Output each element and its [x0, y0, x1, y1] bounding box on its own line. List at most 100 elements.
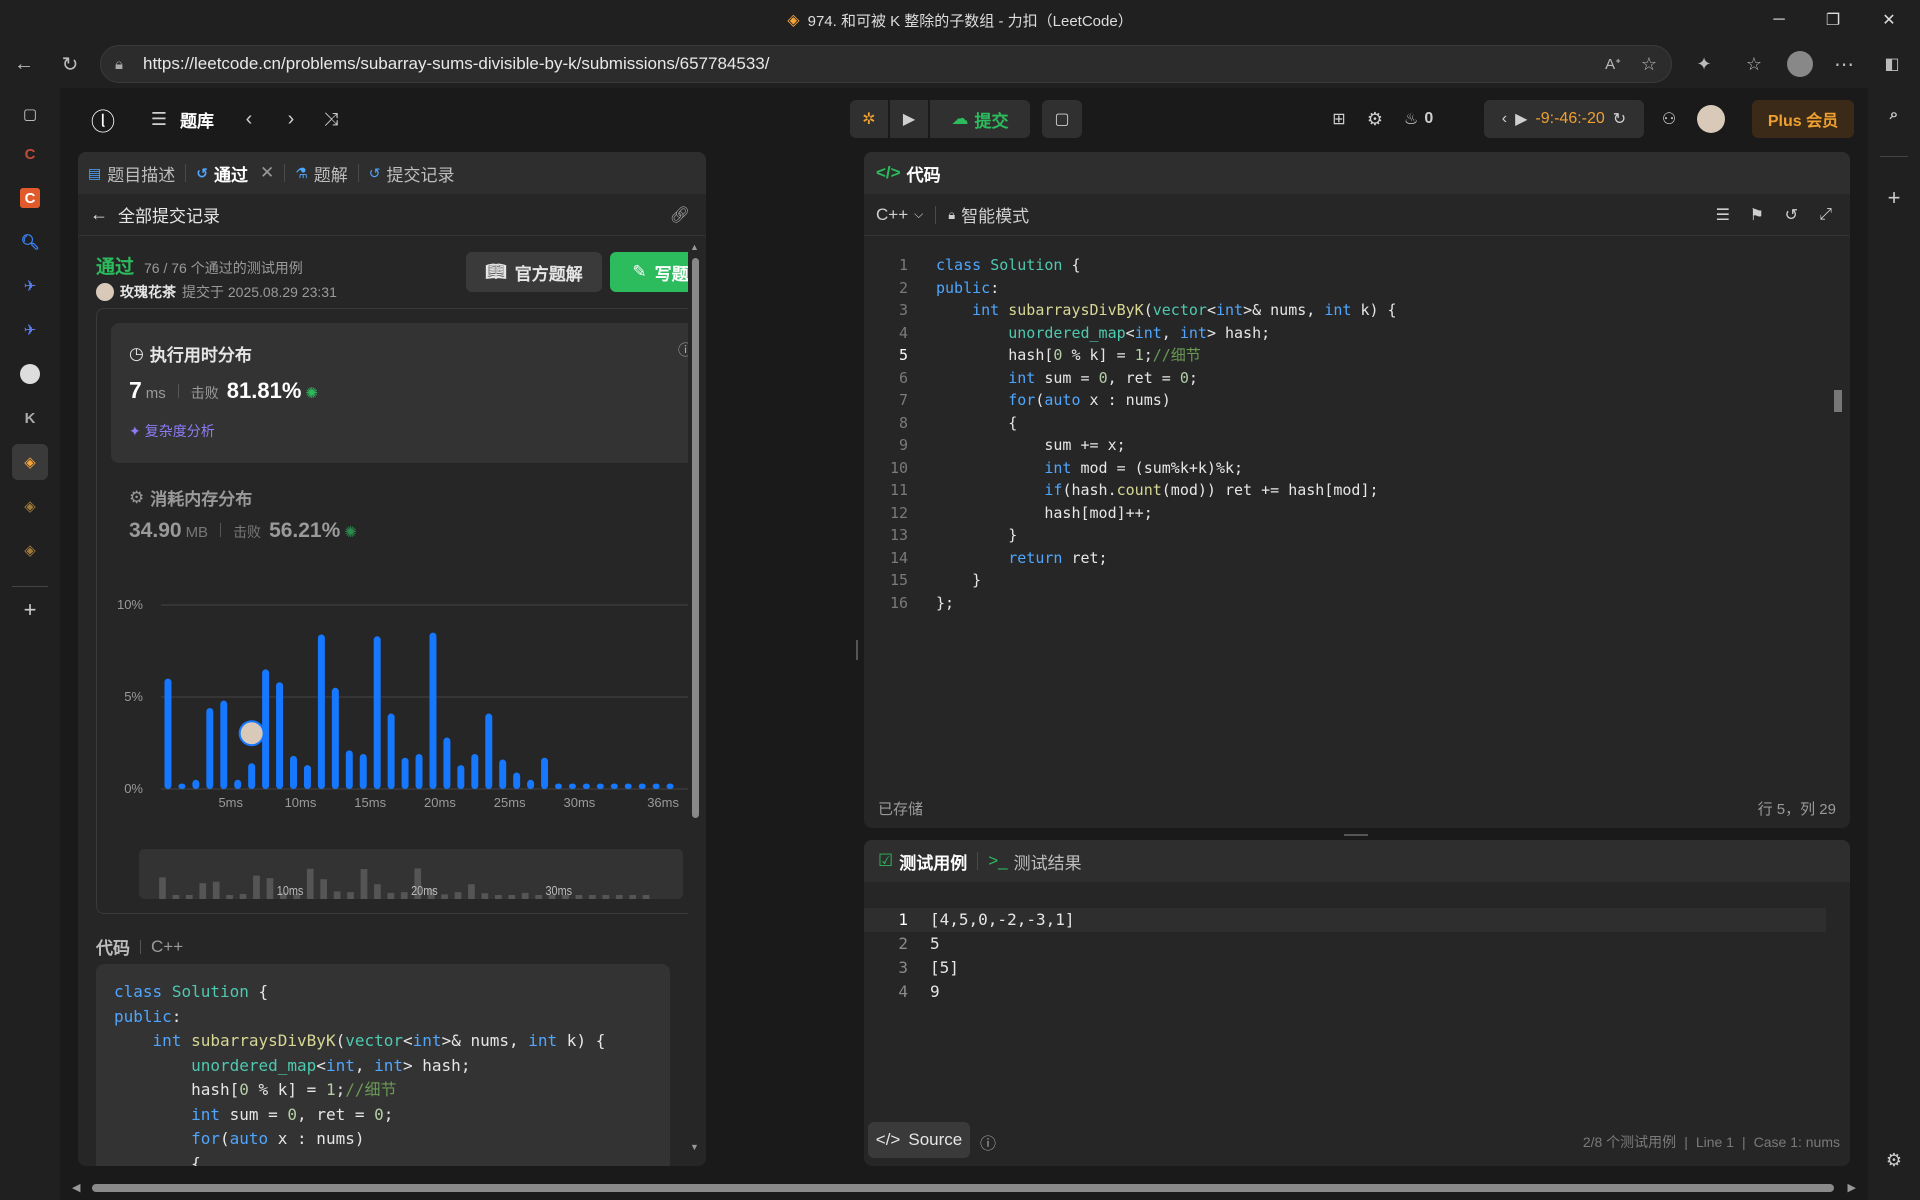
copilot-icon[interactable]: ◧ — [1874, 46, 1910, 82]
code-line[interactable]: 16}; — [864, 592, 1824, 615]
info-icon[interactable]: ⓘ — [678, 339, 688, 360]
hscroll-thumb[interactable] — [92, 1184, 1834, 1192]
user-avatar[interactable] — [1696, 104, 1726, 134]
vertical-splitter[interactable] — [856, 640, 858, 660]
close-tab-icon[interactable]: ✕ — [260, 163, 274, 183]
left-panel-scrollbar[interactable]: ▲ ▼ — [690, 242, 700, 1152]
user-name[interactable]: 玫瑰花茶 — [120, 282, 176, 302]
testcase-line[interactable]: 3 [5] — [864, 956, 1850, 980]
page-horizontal-scrollbar[interactable]: ◀ ▶ — [64, 1176, 1864, 1200]
code-line[interactable]: 3 int subarraysDivByK(vector<int>& nums,… — [864, 299, 1824, 322]
vtab-c-2[interactable]: C — [12, 180, 48, 216]
submitted-code-block[interactable]: class Solution {public: int subarraysDiv… — [96, 964, 670, 1166]
code-line[interactable]: 1 class Solution { — [864, 254, 1824, 277]
vtab-leetcode-3[interactable]: ◈ — [12, 532, 48, 568]
source-button[interactable]: </> Source — [868, 1122, 970, 1158]
share-link-icon[interactable]: 🔗︎ — [670, 205, 690, 225]
format-icon[interactable]: ☰ — [1716, 205, 1730, 225]
testcase-line[interactable]: 25 — [864, 932, 1850, 956]
extensions-icon[interactable]: ✦ — [1686, 46, 1722, 82]
prev-problem-icon[interactable]: ‹ — [236, 106, 262, 132]
tab-solutions[interactable]: ⚗ 题解 — [285, 152, 358, 194]
hscroll-left-icon[interactable]: ◀ — [72, 1181, 80, 1194]
code-line[interactable]: 10 int mod = (sum%k+k)%k; — [864, 457, 1824, 480]
more-icon[interactable]: ⋯ — [1826, 46, 1862, 82]
timer-collapse-icon[interactable]: ‹ — [1502, 110, 1507, 128]
scroll-down-icon[interactable]: ▼ — [690, 1142, 699, 1152]
code-line[interactable]: 4 unordered_map<int, int> hash; — [864, 322, 1824, 345]
bookmark-icon[interactable]: ⚑ — [1750, 205, 1764, 225]
timer-widget[interactable]: ‹ ▶ -9:-46:-20 ↻ — [1484, 100, 1644, 138]
notes-button[interactable]: ▢ — [1042, 100, 1082, 138]
code-line[interactable]: 7 for(auto x : nums) — [864, 389, 1824, 412]
smart-mode-toggle[interactable]: 🔒︎ 智能模式 — [948, 202, 1029, 227]
debug-button[interactable]: ✲ — [850, 100, 888, 138]
timer-play-icon[interactable]: ▶ — [1515, 109, 1527, 129]
back-arrow-icon[interactable]: ← — [90, 204, 108, 225]
vtab-avatar[interactable] — [12, 356, 48, 392]
runtime-range-slider[interactable]: 10ms 20ms 30ms — [139, 849, 683, 899]
submit-button[interactable]: ☁ 提交 — [930, 100, 1030, 138]
problem-list-icon[interactable]: ☰ — [146, 106, 172, 132]
vtab-bird-2[interactable]: ✈ — [12, 312, 48, 348]
code-line[interactable]: 5 hash[0 % k] = 1;//细节 — [864, 344, 1824, 367]
read-aloud-icon[interactable]: Aᐩ — [1605, 55, 1621, 73]
code-line[interactable]: 12 hash[mod]++; — [864, 502, 1824, 525]
favorites-icon[interactable]: ☆ — [1736, 46, 1772, 82]
language-select[interactable]: C++ ⌵ — [876, 205, 923, 225]
vtab-search-icon[interactable]: 🔍︎ — [12, 224, 48, 260]
tab-test-results[interactable]: >_ 测试结果 — [978, 840, 1091, 882]
minimize-button[interactable]: ─ — [1756, 0, 1802, 40]
fire-streak-icon[interactable]: ♨ 0 — [1404, 106, 1433, 132]
memory-box[interactable]: ⚙ 消耗内存分布 34.90 MB 击败 56.21% ✺ — [111, 475, 688, 565]
back-icon[interactable]: ← — [6, 46, 42, 82]
runtime-distribution-chart[interactable]: 10% 5% 0% 5ms 10ms 15ms 20ms 25ms 30ms 36ms — [111, 593, 688, 833]
url-bar[interactable]: 🔒︎ https://leetcode.cn/problems/subarray… — [100, 45, 1672, 83]
tab-submissions[interactable]: ↺ 提交记录 — [359, 152, 465, 194]
code-line[interactable]: 8 { — [864, 412, 1824, 435]
favorite-star-icon[interactable]: ☆ — [1641, 54, 1657, 75]
code-editor[interactable]: 1 class Solution {2 public: 3 int subarrays… — [864, 246, 1824, 766]
sidebar-search-icon[interactable]: ⌕ — [1876, 96, 1912, 132]
plus-member-button[interactable]: Plus 会员 — [1752, 100, 1854, 138]
layout-icon[interactable]: ⊞ — [1326, 106, 1352, 132]
hscroll-right-icon[interactable]: ▶ — [1848, 1181, 1856, 1194]
help-icon[interactable]: ⓘ — [980, 1130, 996, 1154]
profile-avatar[interactable] — [1782, 46, 1818, 82]
code-line[interactable]: 11 if(hash.count(mod)) ret += hash[mod]; — [864, 479, 1824, 502]
code-line[interactable]: 14 return ret; — [864, 547, 1824, 570]
new-tab-icon[interactable]: + — [12, 592, 48, 628]
settings-gear-icon[interactable]: ⚙ — [1362, 106, 1388, 132]
tab-actions-icon[interactable]: ▢ — [12, 96, 48, 132]
timer-reset-icon[interactable]: ↻ — [1613, 109, 1626, 129]
run-button[interactable]: ▶ — [890, 100, 928, 138]
tab-testcases[interactable]: ☑ 测试用例 — [868, 840, 977, 882]
close-button[interactable]: ✕ — [1866, 0, 1912, 40]
random-problem-icon[interactable]: ⤨ — [318, 106, 344, 132]
code-line[interactable]: 15 } — [864, 569, 1824, 592]
tab-description[interactable]: ▤ 题目描述 — [78, 152, 185, 194]
sidebar-add-icon[interactable]: + — [1876, 180, 1912, 216]
vtab-k[interactable]: K — [12, 400, 48, 436]
testcase-line[interactable]: 1 [4,5,0,-2,-3,1] — [864, 908, 1826, 932]
official-solution-button[interactable]: 📖︎ 官方题解 — [466, 252, 602, 292]
horizontal-splitter[interactable] — [1344, 834, 1368, 836]
invite-user-icon[interactable]: ⚇ — [1656, 106, 1682, 132]
code-line[interactable]: 13 } — [864, 524, 1824, 547]
code-line[interactable]: 9 sum += x; — [864, 434, 1824, 457]
all-submissions-link[interactable]: 全部提交记录 — [118, 202, 220, 227]
code-line[interactable]: 6 int sum = 0, ret = 0; — [864, 367, 1824, 390]
scroll-up-icon[interactable]: ▲ — [690, 242, 699, 252]
reload-icon[interactable]: ↻ — [52, 46, 88, 82]
vtab-leetcode-active[interactable]: ◈ — [12, 444, 48, 480]
vtab-bird-1[interactable]: ✈ — [12, 268, 48, 304]
write-solution-button[interactable]: ✎ 写题解 — [610, 252, 688, 292]
scroll-thumb[interactable] — [692, 258, 699, 818]
reset-code-icon[interactable]: ↺ — [1785, 205, 1798, 225]
testcase-editor[interactable]: 1 [4,5,0,-2,-3,1] 2 5 3 [5] 4 9 — [864, 908, 1850, 1004]
code-line[interactable]: 2 public: — [864, 277, 1824, 300]
tab-accepted[interactable]: ↺ 通过 ✕ — [186, 152, 284, 194]
next-problem-icon[interactable]: › — [278, 106, 304, 132]
fullscreen-icon[interactable]: ⤢ — [1819, 206, 1832, 224]
complexity-analysis-link[interactable]: ✦ 复杂度分析 — [129, 421, 215, 441]
